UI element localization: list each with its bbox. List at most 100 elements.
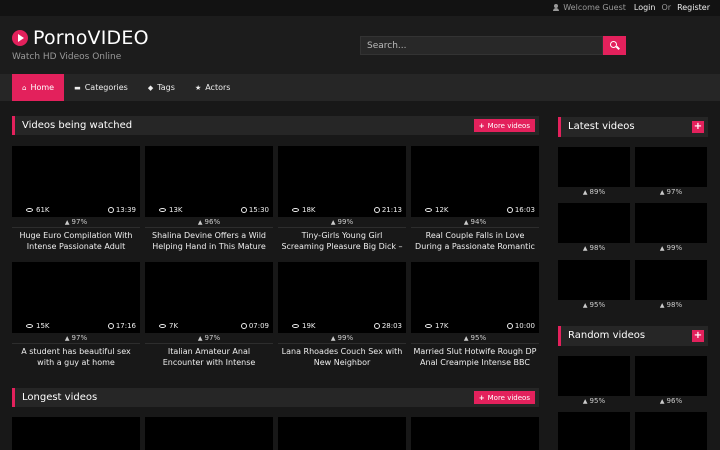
video-thumbnail[interactable]: 13K 15:30 <box>145 146 273 217</box>
more-videos-label: More videos <box>487 121 530 130</box>
sidebar-video-card[interactable]: ▲ 96% <box>635 356 707 407</box>
nav-categories[interactable]: ▬ Categories <box>64 74 138 101</box>
nav-categories-label: Categories <box>84 83 128 92</box>
eye-icon <box>159 324 166 328</box>
nav-home[interactable]: ⌂ Home <box>12 74 65 101</box>
video-title[interactable]: Huge Euro Compilation With Intense Passi… <box>12 228 140 254</box>
thumbs-up-icon: ▲ <box>659 189 665 196</box>
video-card[interactable]: 61K 13:39 ▲ 97% Huge Euro Compilation Wit… <box>12 146 140 254</box>
play-icon <box>12 30 28 46</box>
video-thumbnail[interactable] <box>558 260 630 300</box>
sidebar-video-card[interactable]: ▲ 98% <box>558 203 630 254</box>
video-card[interactable]: 15K 17:16 ▲ 97% A student has beautiful s… <box>12 262 140 370</box>
login-link[interactable]: Login <box>634 3 656 12</box>
video-thumbnail[interactable]: 61K 13:39 <box>12 146 140 217</box>
video-rating: ▲ 95% <box>582 397 606 405</box>
video-card[interactable]: 17K 10:00 ▲ 95% Married Slut Hotwife Roug… <box>411 262 539 370</box>
video-title[interactable]: Italian Amateur Anal Encounter with Inte… <box>145 344 273 370</box>
view-count: 17K <box>425 322 449 330</box>
sidebar-video-card[interactable]: ▲ 98% <box>635 260 707 311</box>
video-duration: 15:30 <box>240 206 269 214</box>
video-thumbnail[interactable]: 12K 16:03 <box>411 146 539 217</box>
more-videos-button[interactable]: + More videos <box>473 391 535 404</box>
search-button[interactable] <box>603 36 626 55</box>
video-thumbnail[interactable]: 15K 17:16 <box>12 262 140 333</box>
video-thumbnail[interactable] <box>635 203 707 243</box>
video-duration: 07:09 <box>240 322 269 330</box>
sidebar-video-card[interactable]: ▲ 89% <box>558 147 630 198</box>
video-duration: 13:39 <box>107 206 136 214</box>
video-thumbnail[interactable] <box>558 356 630 396</box>
video-thumbnail[interactable] <box>558 147 630 187</box>
thumbs-up-icon: ▲ <box>659 302 665 309</box>
thumbs-up-icon: ▲ <box>582 245 588 252</box>
video-title[interactable]: Married Slut Hotwife Rough DP Anal Cream… <box>411 344 539 370</box>
thumbs-up-icon: ▲ <box>330 219 336 226</box>
video-card[interactable]: 12K 16:03 ▲ 94% Real Couple Falls in Love… <box>411 146 539 254</box>
video-title[interactable]: A student has beautiful sex with a guy a… <box>12 344 140 370</box>
video-thumbnail[interactable] <box>278 417 406 450</box>
register-link[interactable]: Register <box>677 3 710 12</box>
video-card[interactable]: 18K 21:13 ▲ 99% Tiny-Girls Young Girl Scr… <box>278 146 406 254</box>
video-thumbnail[interactable] <box>558 203 630 243</box>
more-videos-button[interactable]: + More videos <box>473 119 535 132</box>
nav-home-label: Home <box>30 83 55 92</box>
plus-icon[interactable]: + <box>692 121 704 133</box>
video-thumbnail[interactable] <box>635 260 707 300</box>
view-count: 61K <box>26 206 50 214</box>
video-thumbnail[interactable] <box>635 147 707 187</box>
video-title[interactable]: Shalina Devine Offers a Wild Helping Han… <box>145 228 273 254</box>
home-icon: ⌂ <box>22 83 27 92</box>
thumbs-up-icon: ▲ <box>582 302 588 309</box>
video-thumbnail[interactable] <box>635 356 707 396</box>
sidebar-video-card[interactable]: ▲ 95% <box>558 356 630 407</box>
video-thumbnail[interactable]: 18K 21:13 <box>278 146 406 217</box>
video-card[interactable]: 7K 07:09 ▲ 97% Italian Amateur Anal Encou… <box>145 262 273 370</box>
video-duration: 16:03 <box>506 206 535 214</box>
sidebar-video-card[interactable]: ▲ 95% <box>558 260 630 311</box>
eye-icon <box>159 208 166 212</box>
nav-actors-label: Actors <box>205 83 231 92</box>
thumbs-up-icon: ▲ <box>463 335 469 342</box>
site-tagline: Watch HD Videos Online <box>12 52 122 62</box>
tag-icon: ◆ <box>147 83 154 92</box>
sidebar-video-card[interactable]: ▲ 99% <box>635 203 707 254</box>
view-count: 18K <box>292 206 316 214</box>
nav-actors[interactable]: ★ Actors <box>185 74 241 101</box>
plus-icon[interactable]: + <box>692 330 704 342</box>
video-rating: ▲ 97% <box>12 333 140 344</box>
video-thumbnail[interactable]: 7K 07:09 <box>145 262 273 333</box>
or-text: Or <box>661 3 672 12</box>
nav-tags[interactable]: ◆ Tags <box>138 74 185 101</box>
video-card[interactable]: 13K 15:30 ▲ 96% Shalina Devine Offers a W… <box>145 146 273 254</box>
clock-icon <box>107 207 114 213</box>
view-count: 7K <box>159 322 178 330</box>
video-title[interactable]: Lana Rhoades Couch Sex with New Neighbor <box>278 344 406 370</box>
video-thumbnail[interactable] <box>12 417 140 450</box>
video-duration: 10:00 <box>506 322 535 330</box>
view-count: 19K <box>292 322 316 330</box>
video-title[interactable]: Real Couple Falls in Love During a Passi… <box>411 228 539 254</box>
site-logo[interactable]: PornoVIDEO <box>12 27 149 49</box>
search-input[interactable] <box>360 36 603 55</box>
section-title: Videos being watched <box>22 120 133 131</box>
video-thumbnail[interactable]: 17K 10:00 <box>411 262 539 333</box>
more-videos-label: More videos <box>487 393 530 402</box>
sidebar-video-card[interactable]: ▲ 97% <box>635 147 707 198</box>
video-thumbnail[interactable] <box>635 412 707 450</box>
thumbs-up-icon: ▲ <box>659 245 665 252</box>
video-thumbnail[interactable] <box>145 417 273 450</box>
view-count: 13K <box>159 206 183 214</box>
video-thumbnail[interactable] <box>411 417 539 450</box>
video-rating: ▲ 98% <box>582 244 606 252</box>
video-title[interactable]: Tiny-Girls Young Girl Screaming Pleasure… <box>278 228 406 254</box>
video-thumbnail[interactable] <box>558 412 630 450</box>
video-card[interactable]: 19K 28:03 ▲ 99% Lana Rhoades Couch Sex wi… <box>278 262 406 370</box>
video-thumbnail[interactable]: 19K 28:03 <box>278 262 406 333</box>
eye-icon <box>26 324 33 328</box>
clock-icon <box>107 323 114 329</box>
nav-tags-label: Tags <box>157 83 175 92</box>
video-rating: ▲ 99% <box>278 217 406 228</box>
eye-icon <box>425 324 432 328</box>
section-watched-header: Videos being watched + More videos <box>12 116 539 135</box>
